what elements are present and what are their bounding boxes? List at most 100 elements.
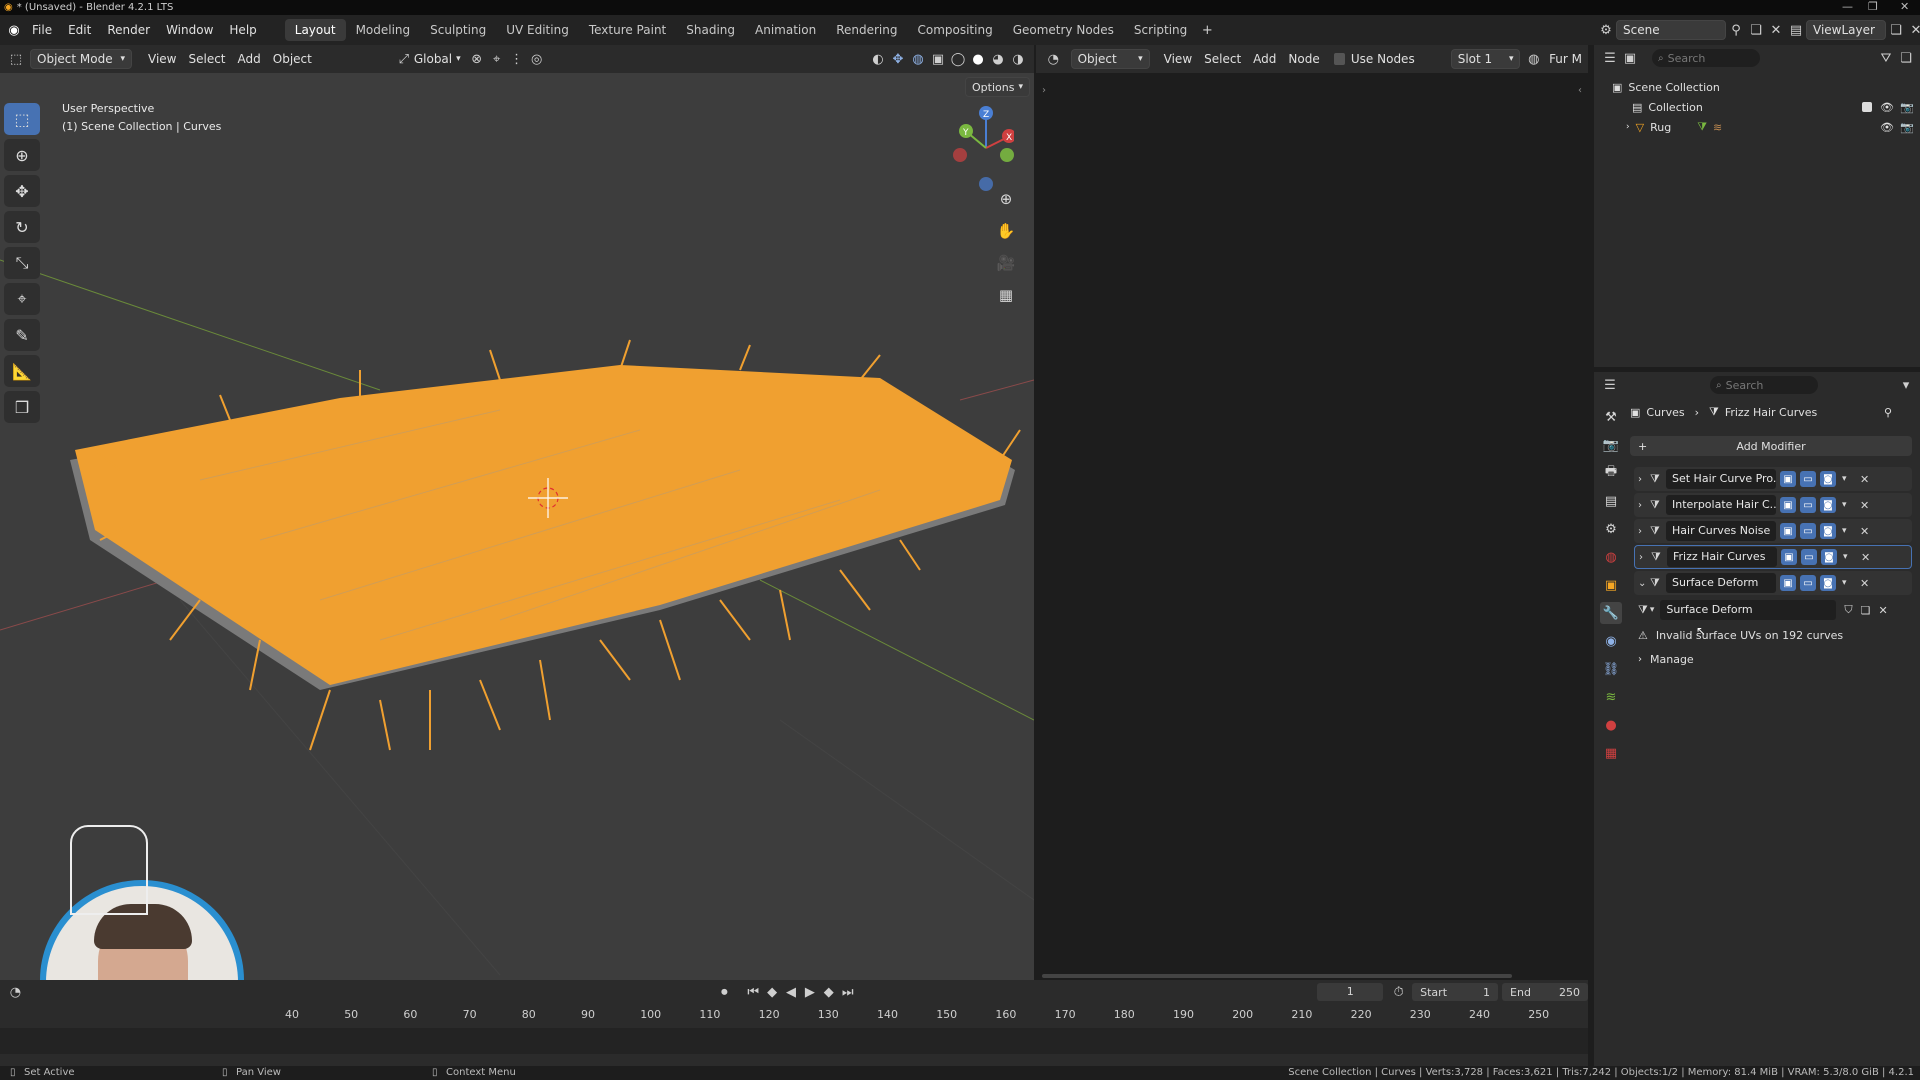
visibility-eye-icon[interactable]: 👁	[1880, 101, 1894, 114]
menu-add[interactable]: Add	[232, 49, 267, 69]
timeline-editor-icon[interactable]: ◔	[6, 982, 25, 1002]
end-frame-field[interactable]: End 250	[1502, 983, 1588, 1001]
edit-mode-icon[interactable]: ▣	[1780, 471, 1796, 487]
remove-modifier-icon[interactable]: ✕	[1861, 551, 1870, 564]
remove-modifier-icon[interactable]: ✕	[1860, 473, 1869, 486]
shader-menu-select[interactable]: Select	[1198, 49, 1247, 69]
frame-ruler[interactable]: 40 50 60 70 80 90 100 110 120 130 140 150 160 170 180 1…	[0, 1008, 1588, 1026]
play-reverse-icon[interactable]: ◀	[782, 982, 801, 1002]
tab-modeling[interactable]: Modeling	[346, 19, 421, 41]
select-box-icon[interactable]: ⬚	[4, 103, 40, 135]
visibility-icon[interactable]: ◐	[868, 49, 888, 69]
outliner-row-rug[interactable]: › ▽ Rug ⧩ ≋ 👁 📷	[1594, 117, 1920, 137]
viewport-display-icon[interactable]: ▭	[1800, 575, 1816, 591]
modifier-row[interactable]: › ⧩ Set Hair Curve Pro... ▣ ▭ ◙ ▾ ✕	[1634, 467, 1912, 491]
fake-user-shield-icon[interactable]: ⛉	[1844, 603, 1852, 617]
outliner-search-input[interactable]: ⌕ Search	[1652, 49, 1760, 67]
view-layer-tab-icon[interactable]: ▤	[1600, 490, 1622, 512]
menu-view[interactable]: View	[142, 49, 182, 69]
chevron-down-icon[interactable]: ▾	[1842, 526, 1847, 536]
object-tab-icon[interactable]: ▣	[1600, 574, 1622, 596]
visibility-eye-icon[interactable]: 👁	[1880, 121, 1894, 134]
jump-start-icon[interactable]: ⏮	[744, 982, 763, 1002]
outliner-row-collection[interactable]: ▤ Collection 👁 📷	[1594, 97, 1920, 117]
wireframe-shading-icon[interactable]: ◯	[948, 49, 968, 69]
menu-file[interactable]: File	[24, 19, 60, 41]
new-view-layer-icon[interactable]: ❏	[1886, 20, 1906, 40]
use-nodes-checkbox[interactable]	[1333, 53, 1345, 65]
scene-tab-icon[interactable]: ⚙	[1600, 518, 1622, 540]
shader-editor-canvas[interactable]: › ‹	[1036, 73, 1588, 980]
delete-view-layer-icon[interactable]: ✕	[1906, 20, 1920, 40]
tab-animation[interactable]: Animation	[745, 19, 826, 41]
render-icon[interactable]: ◙	[1820, 575, 1836, 591]
edit-mode-icon[interactable]: ▣	[1780, 575, 1796, 591]
physics-tab-icon[interactable]: ◉	[1600, 630, 1622, 652]
render-icon[interactable]: ◙	[1820, 497, 1836, 513]
display-mode-icon[interactable]: ▣	[1620, 48, 1640, 68]
remove-modifier-icon[interactable]: ✕	[1860, 499, 1869, 512]
render-icon[interactable]: ◙	[1820, 523, 1836, 539]
prev-keyframe-icon[interactable]: ◆	[763, 982, 782, 1002]
new-scene-icon[interactable]: ❏	[1746, 20, 1766, 40]
render-icon[interactable]: ◙	[1820, 471, 1836, 487]
modifier-row[interactable]: › ⧩ Interpolate Hair C... ▣ ▭ ◙ ▾ ✕	[1634, 493, 1912, 517]
tool-tab-icon[interactable]: ⚒	[1600, 406, 1622, 428]
tab-compositing[interactable]: Compositing	[907, 19, 1002, 41]
snap-target-icon[interactable]: ⋮	[507, 49, 527, 69]
sidebar-toggle-icon[interactable]: ›	[1042, 85, 1046, 96]
blender-menu-icon[interactable]: ◉	[4, 20, 24, 40]
n-panel-toggle-icon[interactable]: ‹	[1578, 85, 1582, 96]
editor-type-icon[interactable]: ⬚	[6, 49, 26, 69]
rotate-tool-icon[interactable]: ↻	[4, 211, 40, 243]
duplicate-icon[interactable]: ❏	[1861, 604, 1871, 617]
expand-arrow-icon[interactable]: ›	[1638, 526, 1642, 537]
modifier-row-active[interactable]: › ⧩ Frizz Hair Curves ▣ ▭ ◙ ▾ ✕	[1634, 545, 1912, 569]
viewport-display-icon[interactable]: ▭	[1800, 497, 1816, 513]
filter-icon[interactable]: ⛛	[1876, 48, 1896, 68]
move-tool-icon[interactable]: ✥	[4, 175, 40, 207]
pin-icon[interactable]: ⚲	[1726, 20, 1746, 40]
gizmo-icon[interactable]: ✥	[888, 49, 908, 69]
delete-scene-icon[interactable]: ✕	[1766, 20, 1786, 40]
menu-window[interactable]: Window	[158, 19, 221, 41]
expand-arrow-icon[interactable]: ›	[1626, 122, 1630, 132]
ortho-grid-icon[interactable]: ▦	[993, 282, 1019, 308]
node-group-selector[interactable]: ⧩ ▾ Surface Deform ⛉ ❏ ✕	[1638, 600, 1908, 620]
expand-arrow-icon[interactable]: ›	[1638, 500, 1642, 511]
close-icon[interactable]: ✕	[1900, 0, 1909, 13]
scene-selector[interactable]: Scene	[1616, 20, 1726, 40]
mode-selector[interactable]: Object Mode ▾	[30, 49, 132, 69]
menu-edit[interactable]: Edit	[60, 19, 99, 41]
expand-arrow-icon[interactable]: ›	[1639, 552, 1643, 563]
tab-scripting[interactable]: Scripting	[1124, 19, 1197, 41]
orientation-selector[interactable]: ⤢ Global ▾	[388, 49, 467, 69]
options-button[interactable]: Options ▾	[965, 77, 1030, 97]
new-collection-icon[interactable]: ❏	[1896, 48, 1916, 68]
stopwatch-icon[interactable]: ⏱	[1389, 982, 1408, 1002]
modifier-name-field[interactable]: Interpolate Hair C...	[1666, 495, 1776, 515]
shader-editor-type-icon[interactable]: ◔	[1044, 49, 1063, 69]
chevron-down-icon[interactable]: ▾	[1896, 375, 1916, 395]
output-tab-icon[interactable]: 🖶	[1600, 462, 1622, 484]
unlink-icon[interactable]: ✕	[1878, 604, 1887, 617]
expand-arrow-icon[interactable]: ›	[1638, 474, 1642, 485]
current-frame-field[interactable]: 1	[1317, 983, 1384, 1001]
chevron-down-icon[interactable]: ▾	[1842, 474, 1847, 484]
view-layer-selector[interactable]: ViewLayer	[1806, 20, 1886, 40]
tab-uv-editing[interactable]: UV Editing	[496, 19, 579, 41]
viewport-display-icon[interactable]: ▭	[1800, 523, 1816, 539]
edit-mode-icon[interactable]: ▣	[1780, 497, 1796, 513]
constraints-tab-icon[interactable]: ⛓	[1600, 658, 1622, 680]
chevron-down-icon[interactable]: ▾	[1842, 500, 1847, 510]
viewport-display-icon[interactable]: ▭	[1801, 549, 1817, 565]
tab-rendering[interactable]: Rendering	[826, 19, 907, 41]
snap-icon[interactable]: ⌖	[487, 49, 507, 69]
xray-icon[interactable]: ▣	[928, 49, 948, 69]
pin-icon[interactable]: ⚲	[1884, 406, 1892, 419]
modifier-tab-icon[interactable]: 🔧	[1600, 602, 1622, 624]
pivot-icon[interactable]: ⊗	[467, 49, 487, 69]
outliner-editor-icon[interactable]: ☰	[1600, 48, 1620, 68]
camera-view-icon[interactable]: 🎥	[993, 250, 1019, 276]
measure-tool-icon[interactable]: 📐	[4, 355, 40, 387]
